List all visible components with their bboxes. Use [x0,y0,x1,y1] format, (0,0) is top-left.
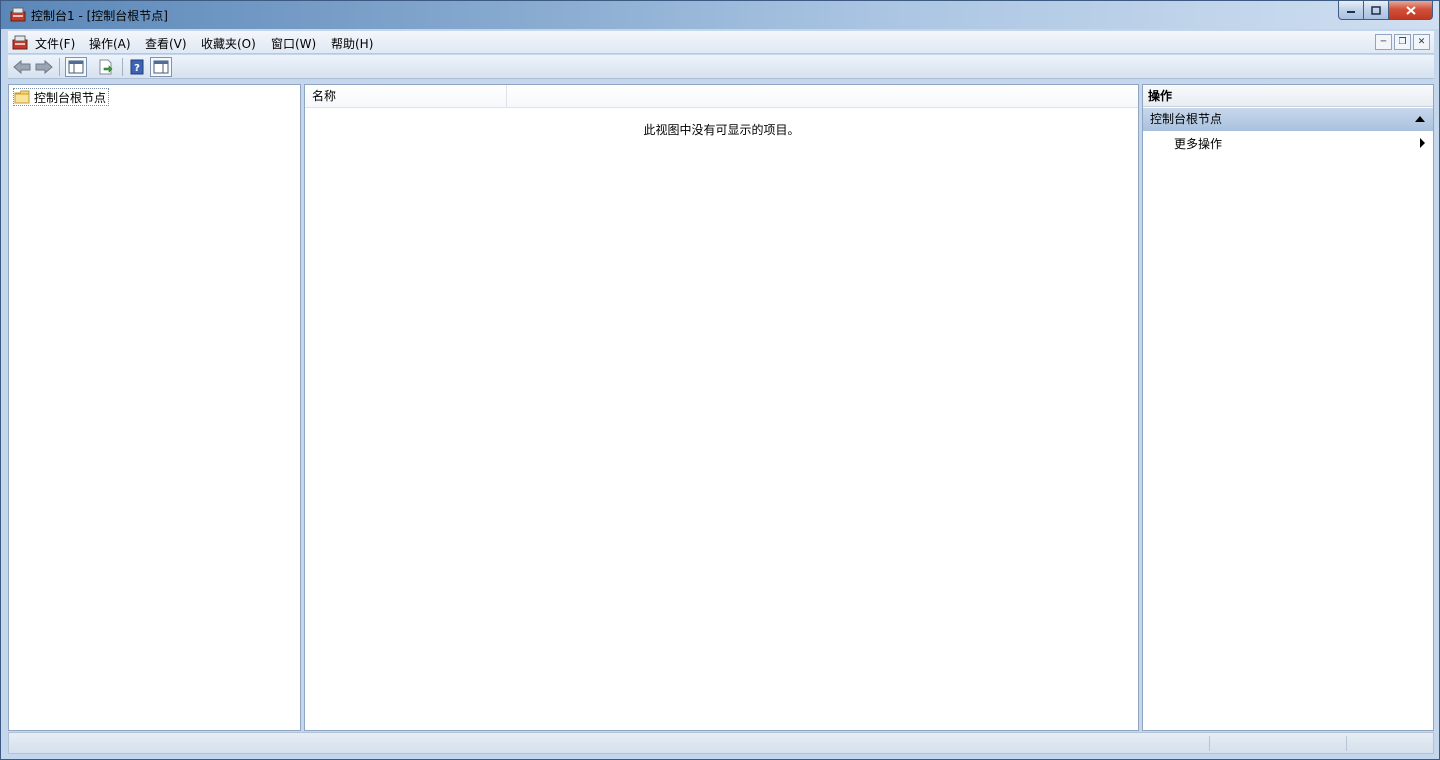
menu-file[interactable]: 文件(F) [35,35,75,52]
mdi-restore-button[interactable]: ❐ [1394,34,1411,50]
forward-button[interactable] [33,57,55,77]
list-column-header: 名称 [305,85,1138,108]
menu-favorites[interactable]: 收藏夹(O) [201,35,256,52]
column-header-name[interactable]: 名称 [305,85,507,108]
status-bar-divider [1346,736,1347,751]
minimize-icon [1347,11,1355,13]
show-hide-tree-button[interactable] [65,57,87,77]
collapse-up-icon[interactable] [1415,116,1425,122]
actions-group-title: 控制台根节点 [1150,112,1223,126]
submenu-arrow-icon[interactable] [1420,138,1425,148]
mmc-console-icon[interactable] [10,7,26,22]
mmc-console-icon[interactable] [12,35,28,50]
title-bar[interactable]: 控制台1 - [控制台根节点] [1,1,1439,29]
tree-node-label: 控制台根节点 [34,90,107,105]
menu-view[interactable]: 查看(V) [145,35,187,52]
mdi-minimize-button[interactable]: ─ [1375,34,1392,50]
show-hide-action-pane-button[interactable] [150,57,172,77]
back-arrow-icon [13,60,31,74]
toolbar: ? [8,55,1434,79]
show-hide-tree-icon [68,60,84,74]
menu-action[interactable]: 操作(A) [89,35,131,52]
tree-node-console-root[interactable]: 控制台根节点 [13,88,110,106]
menu-window[interactable]: 窗口(W) [271,35,316,52]
actions-pane: 操作 控制台根节点 更多操作 [1142,84,1434,731]
console-tree-pane[interactable]: 控制台根节点 [8,84,301,731]
export-list-button[interactable] [95,57,117,77]
actions-group-header[interactable]: 控制台根节点 [1143,108,1433,131]
close-icon: ✕ [1417,37,1426,47]
more-actions-item[interactable]: 更多操作 [1174,135,1222,152]
results-pane[interactable]: 名称 此视图中没有可显示的项目。 [304,84,1139,731]
empty-view-message: 此视图中没有可显示的项目。 [643,123,800,137]
restore-icon [1371,5,1381,15]
mdi-window-controls: ─ ❐ ✕ [1375,34,1430,50]
close-button[interactable] [1389,1,1433,20]
mmc-window: 控制台1 - [控制台根节点] 文件(F) 操作(A) 查看(V) 收藏夹(O)… [0,0,1440,760]
mdi-close-button[interactable]: ✕ [1413,34,1430,50]
show-hide-action-pane-icon [153,60,169,74]
forward-arrow-icon [35,60,53,74]
folder-icon [14,90,30,104]
restore-icon: ❐ [1398,37,1407,47]
menu-help[interactable]: 帮助(H) [331,35,373,52]
minimize-icon: ─ [1380,37,1387,47]
export-list-icon [99,59,113,75]
svg-text:?: ? [134,63,140,74]
status-bar-divider [1209,736,1210,751]
actions-pane-title: 操作 [1143,85,1433,107]
window-controls [1338,1,1433,20]
window-title: 控制台1 - [控制台根节点] [31,9,168,23]
help-button[interactable]: ? [126,57,148,77]
toolbar-separator [59,58,60,76]
maximize-button[interactable] [1364,1,1389,20]
back-button[interactable] [11,57,33,77]
help-icon: ? [130,59,144,75]
minimize-button[interactable] [1338,1,1364,20]
close-icon [1405,5,1416,15]
toolbar-separator [122,58,123,76]
menu-bar: 文件(F) 操作(A) 查看(V) 收藏夹(O) 窗口(W) 帮助(H) ─ ❐… [8,31,1434,54]
status-bar [8,732,1434,754]
